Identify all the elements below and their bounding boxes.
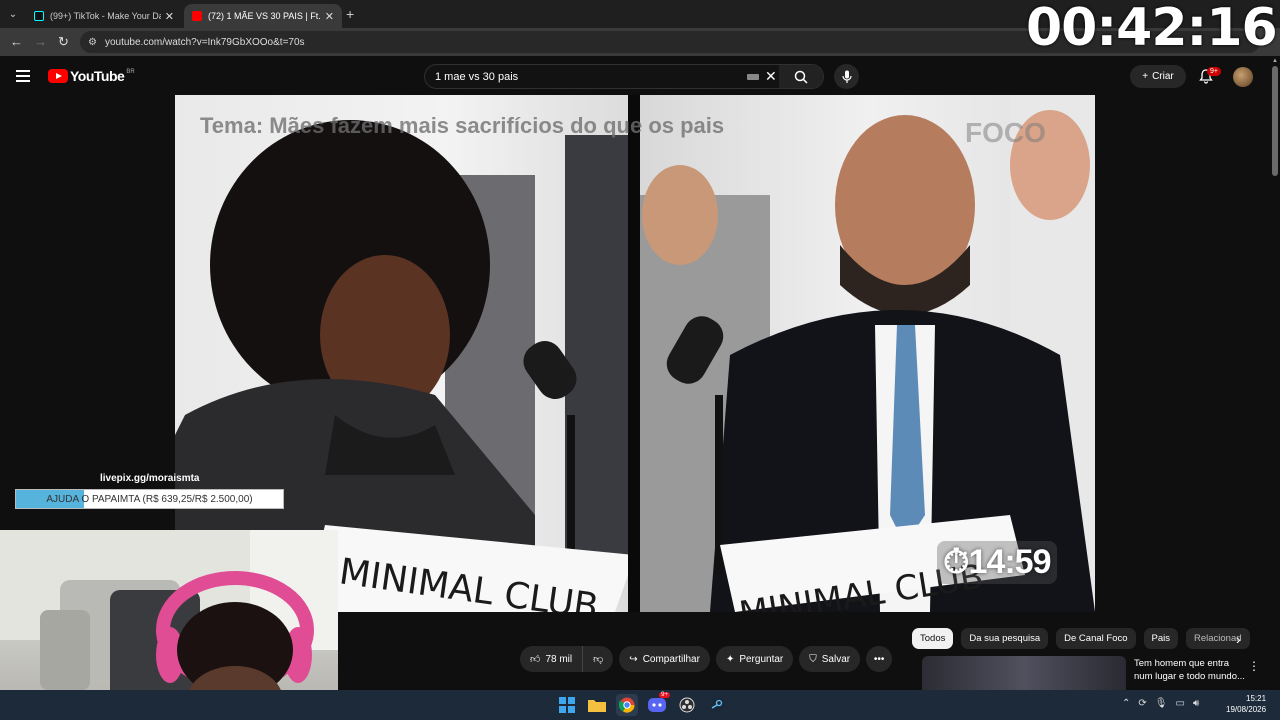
clear-search-icon[interactable]: ✕ (765, 68, 777, 85)
video-topic-caption: Tema: Mães fazem mais sacrifícios do que… (200, 113, 725, 138)
taskbar-clock[interactable]: 15:21 19/08/2026 (1226, 693, 1266, 715)
tab-youtube[interactable]: (72) 1 MÃE VS 30 PAIS | Ft. Bia B ✕ (184, 4, 342, 28)
clock-time: 15:21 (1246, 694, 1267, 703)
sync-icon[interactable]: ⟳ (1138, 698, 1146, 709)
scroll-up-icon[interactable]: ▲ (1272, 58, 1278, 64)
youtube-header: YouTube BR ✕ + Criar 9+ (0, 56, 1270, 96)
share-label: Compartilhar (642, 653, 700, 665)
search-button[interactable] (779, 65, 823, 88)
suggestion-thumbnail[interactable] (922, 656, 1126, 690)
chip-all[interactable]: Todos (912, 628, 954, 649)
donation-text: AJUDA O PAPAIMTA (R$ 639,25/R$ 2.500,00) (46, 493, 253, 505)
suggestion-title[interactable]: Tem homem que entra num lugar e todo mun… (1134, 657, 1246, 683)
like-count: 78 mil (545, 653, 573, 665)
obs-icon[interactable] (676, 694, 698, 716)
windows-taskbar: 9+ ⌃ ⟳ 🎙︎ ▭ 🔊︎ 15:21 19/08/2026 (0, 690, 1280, 720)
chip-from-search[interactable]: Da sua pesquisa (961, 628, 1049, 649)
discord-badge: 9+ (659, 692, 670, 698)
forward-icon[interactable]: → (34, 34, 47, 49)
more-actions-button[interactable]: ••• (866, 646, 893, 672)
steam-icon[interactable] (706, 694, 728, 716)
stream-timer-overlay: 00:42:16 (1026, 0, 1278, 58)
share-icon: ↪ (629, 653, 638, 665)
chrome-icon[interactable] (616, 694, 638, 716)
page-scrollbar[interactable]: ▲ (1270, 56, 1280, 690)
microphone-tray-icon[interactable]: 🎙︎ (1155, 698, 1168, 709)
keyboard-icon[interactable] (747, 74, 759, 80)
video-actions: 👍︎ 78 mil 👎︎ ↪ Compartilhar ✦ Perguntar … (520, 646, 893, 672)
create-button[interactable]: + Criar (1130, 65, 1186, 88)
site-info-icon[interactable]: ⚙ (88, 37, 97, 48)
save-button[interactable]: ⛉ Salvar (799, 646, 861, 672)
system-tray: ⌃ ⟳ 🎙︎ ▭ 🔊︎ (1122, 698, 1199, 709)
tab-tiktok[interactable]: (99+) TikTok - Make Your Day ✕ (26, 4, 182, 28)
ask-button[interactable]: ✦ Perguntar (715, 646, 794, 672)
stopwatch-icon: ⏱ (943, 543, 970, 581)
tab-title: (99+) TikTok - Make Your Day (50, 11, 161, 21)
menu-icon[interactable] (16, 70, 30, 82)
chip-from-channel[interactable]: De Canal Foco (1056, 628, 1136, 649)
more-horizontal-icon: ••• (873, 653, 885, 665)
related-filter-chips: Todos Da sua pesquisa De Canal Foco Pais… (912, 628, 1250, 649)
search-box: ✕ (424, 64, 824, 89)
youtube-wordmark: YouTube (70, 68, 125, 84)
chip-pais[interactable]: Pais (1143, 628, 1178, 649)
save-label: Salvar (821, 653, 851, 665)
volume-icon[interactable]: 🔊︎ (1193, 698, 1199, 709)
donation-url: livepix.gg/moraismta (100, 473, 200, 484)
share-button[interactable]: ↪ Compartilhar (619, 646, 710, 672)
back-icon[interactable]: ← (10, 34, 23, 49)
tab-title: (72) 1 MÃE VS 30 PAIS | Ft. Bia B (208, 11, 321, 21)
sparkle-icon: ✦ (725, 653, 735, 665)
search-icon (794, 70, 808, 84)
chevron-up-icon[interactable]: ⌃ (1122, 698, 1130, 709)
clock-date: 19/08/2026 (1226, 705, 1267, 714)
notification-badge: 9+ (1207, 67, 1221, 76)
youtube-play-icon (48, 69, 68, 83)
dislike-button[interactable]: 👎︎ (583, 646, 614, 672)
bookmark-icon: ⛉ (809, 653, 817, 665)
reload-icon[interactable]: ↻ (58, 34, 69, 50)
discord-icon[interactable]: 9+ (646, 692, 670, 716)
new-tab-icon[interactable]: + (346, 6, 354, 22)
chevron-right-icon[interactable]: › (1236, 631, 1241, 647)
countdown-value: 14:59 (968, 543, 1052, 581)
tiktok-icon (34, 11, 44, 21)
tab-search-button[interactable]: ⌄ (4, 5, 22, 23)
search-input[interactable] (435, 70, 735, 83)
thumbs-up-icon: 👍︎ (530, 654, 541, 665)
account-avatar[interactable] (1233, 67, 1253, 87)
scrollbar-thumb[interactable] (1272, 66, 1278, 176)
youtube-logo[interactable]: YouTube BR (48, 68, 135, 84)
guest-man-illustration: MINIMAL CLUB (640, 95, 1095, 612)
taskbar-apps: 9+ (556, 692, 728, 716)
file-explorer-icon[interactable] (586, 694, 608, 716)
video-right-panel: MINIMAL CLUB (640, 95, 1095, 612)
ask-label: Perguntar (739, 653, 784, 665)
close-tab-icon[interactable]: ✕ (165, 10, 174, 23)
plus-icon: + (1142, 71, 1149, 82)
video-countdown-timer: ⏱14:59 (937, 541, 1057, 584)
url-text: youtube.com/watch?v=Ink79GbXOOo&t=70s (104, 36, 305, 48)
like-button[interactable]: 👍︎ 78 mil (520, 646, 584, 672)
voice-search-button[interactable] (834, 64, 859, 89)
like-dislike-group: 👍︎ 78 mil 👎︎ (520, 646, 614, 672)
create-label: Criar (1152, 71, 1174, 82)
youtube-icon (192, 11, 202, 21)
display-icon[interactable]: ▭ (1175, 698, 1184, 709)
foco-watermark: FOCO (965, 117, 1046, 148)
more-vertical-icon[interactable]: ⋮ (1248, 659, 1260, 673)
close-tab-icon[interactable]: ✕ (325, 10, 334, 23)
country-code: BR (126, 69, 135, 75)
windows-start-icon[interactable] (556, 694, 578, 716)
video-split-divider (628, 95, 640, 612)
thumbs-down-icon: 👎︎ (593, 654, 604, 665)
screen: ⌄ (99+) TikTok - Make Your Day ✕ (72) 1 … (0, 0, 1280, 720)
donation-progress-bar: AJUDA O PAPAIMTA (R$ 639,25/R$ 2.500,00) (15, 489, 284, 509)
microphone-icon (841, 70, 852, 83)
